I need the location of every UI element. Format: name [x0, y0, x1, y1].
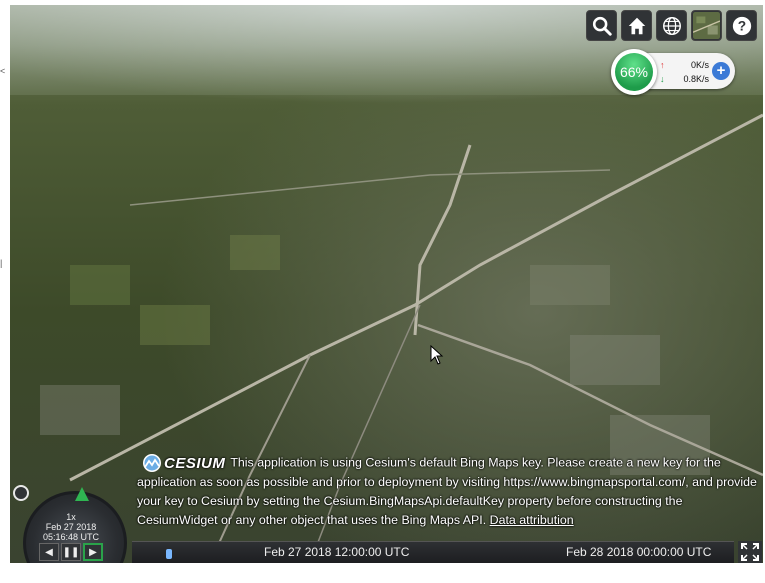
- window-frame: < | ? ↑ 0K/s ↓ 0.8K/s 66% + CESIUM This …: [0, 0, 765, 583]
- pause-icon: ❚❚: [62, 546, 80, 558]
- cesium-logo[interactable]: CESIUM: [142, 453, 225, 473]
- play-button[interactable]: ▶: [83, 543, 103, 561]
- cesium-logo-text: CESIUM: [164, 454, 226, 472]
- search-button[interactable]: [586, 10, 617, 41]
- globe-icon: [662, 16, 681, 35]
- play-icon: ▶: [89, 546, 97, 558]
- imagery-layer-icon: [693, 12, 720, 39]
- rewind-icon: ◀: [45, 546, 53, 558]
- credits-container: CESIUM This application is using Cesium'…: [137, 453, 763, 530]
- home-icon: [628, 17, 645, 34]
- fullscreen-icon: [741, 543, 759, 561]
- animation-controls: ◀ ❚❚ ▶: [39, 543, 103, 561]
- animation-time: 05:16:48 UTC: [42, 532, 100, 542]
- timeline[interactable]: Feb 27 2018 12:00:00 UTC Feb 28 2018 00:…: [132, 541, 734, 563]
- timeline-label-2: Feb 28 2018 00:00:00 UTC: [566, 545, 712, 559]
- download-rate: 0.8K/s: [683, 74, 709, 84]
- bing-key-message: This application is using Cesium's defau…: [137, 455, 757, 527]
- timeline-label-1: Feb 27 2018 12:00:00 UTC: [264, 545, 410, 559]
- fullscreen-button[interactable]: [738, 541, 762, 563]
- scene-mode-button[interactable]: [656, 10, 687, 41]
- performance-widget: ↑ 0K/s ↓ 0.8K/s 66% +: [611, 49, 737, 95]
- rewind-button[interactable]: ◀: [39, 543, 59, 561]
- timeline-needle[interactable]: [166, 549, 172, 559]
- progress-percent: 66%: [615, 53, 653, 91]
- svg-text:?: ?: [737, 18, 745, 33]
- progress-ring: 66%: [611, 49, 657, 95]
- viewer-toolbar: ?: [586, 10, 757, 41]
- animation-date: Feb 27 2018: [45, 522, 97, 532]
- search-icon: [592, 16, 612, 36]
- help-icon: ?: [732, 16, 751, 35]
- cesium-logo-icon: [143, 454, 161, 472]
- animation-speed: 1x: [66, 512, 76, 522]
- help-button[interactable]: ?: [726, 10, 757, 41]
- upload-rate: 0K/s: [690, 60, 709, 70]
- base-layer-picker-button[interactable]: [691, 10, 722, 41]
- speed-knob-icon[interactable]: [75, 487, 89, 501]
- expand-plus-button[interactable]: +: [712, 62, 730, 80]
- animation-widget: 1x Feb 27 2018 05:16:48 UTC ◀ ❚❚ ▶: [11, 483, 131, 563]
- mouse-cursor-icon: [430, 345, 444, 365]
- data-attribution-link[interactable]: Data attribution: [490, 513, 574, 527]
- pause-button[interactable]: ❚❚: [61, 543, 81, 561]
- cesium-viewer[interactable]: ? ↑ 0K/s ↓ 0.8K/s 66% + CESIUM This appl…: [10, 5, 763, 563]
- clock-icon[interactable]: [13, 485, 29, 501]
- home-button[interactable]: [621, 10, 652, 41]
